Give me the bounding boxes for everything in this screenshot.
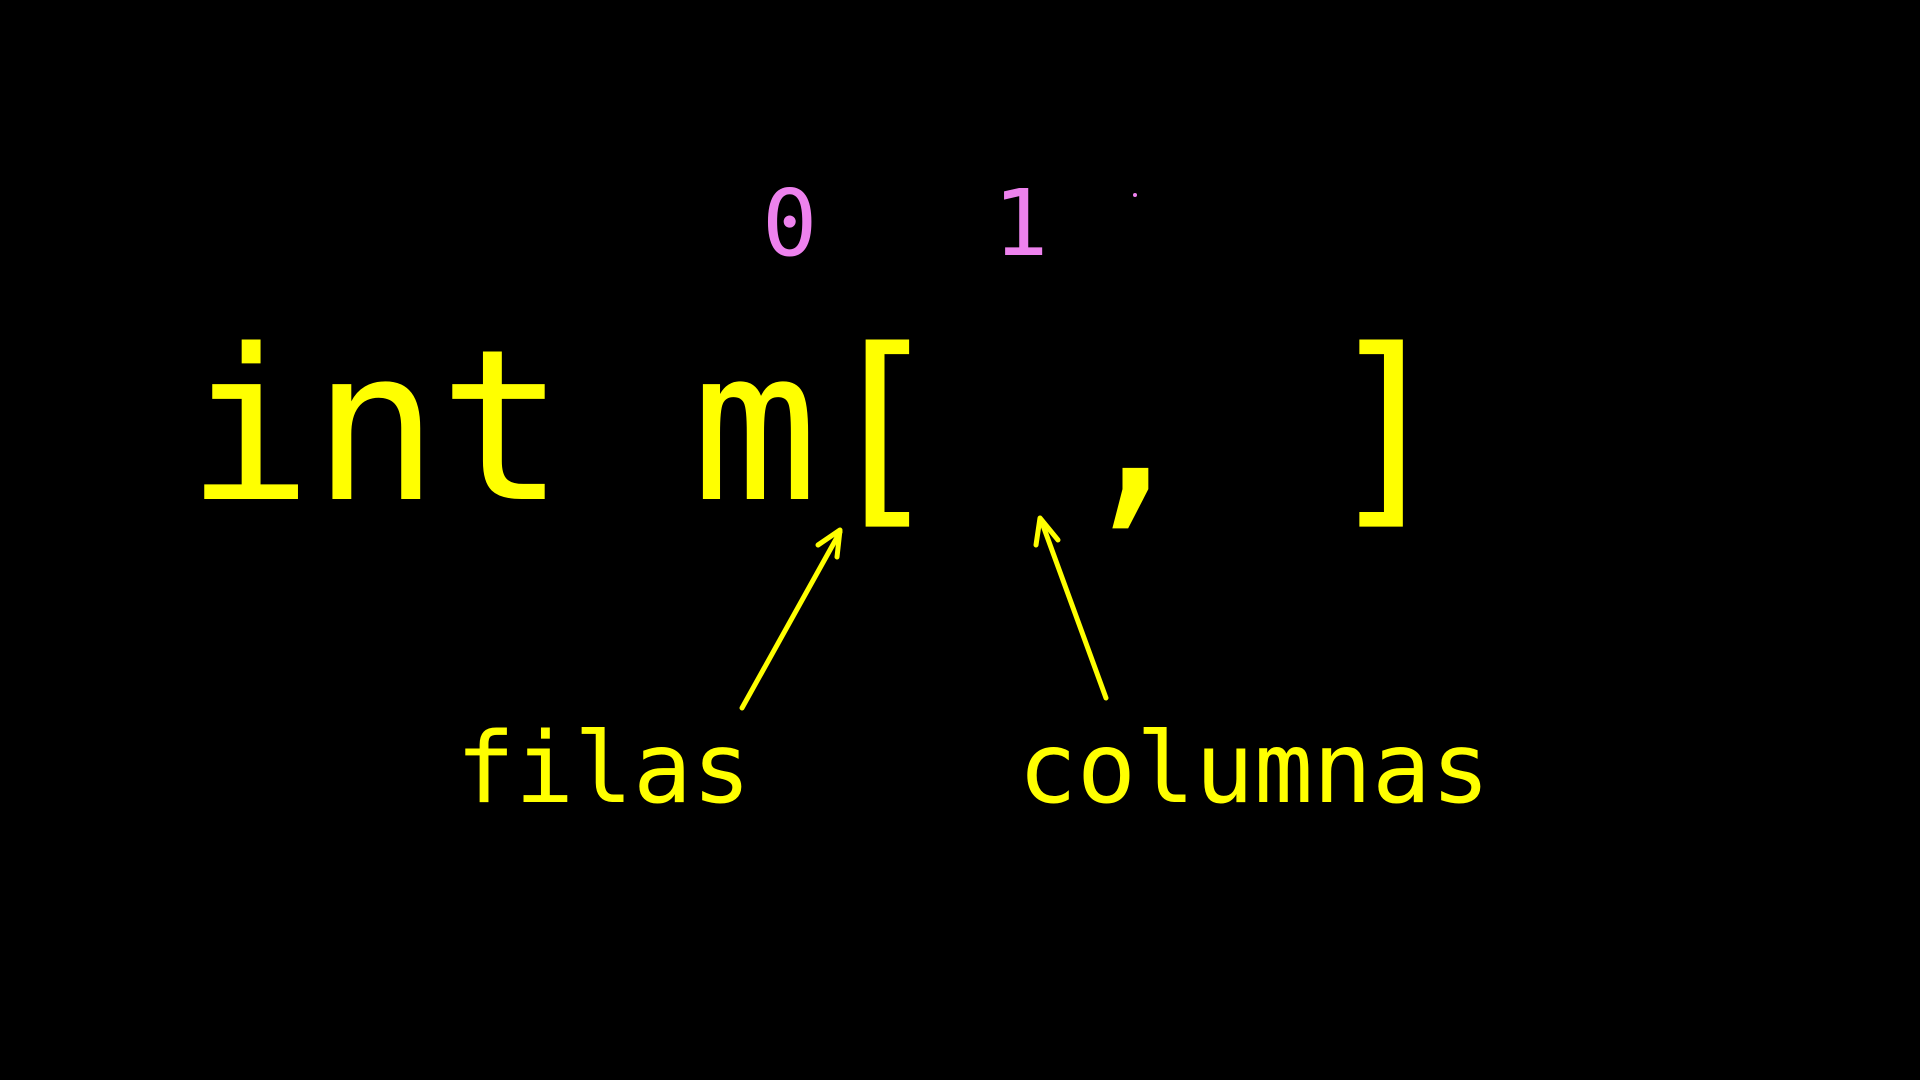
diagram-canvas: 0 1 int m[ , ] filas columnas [0, 0, 1920, 1080]
columns-label: columnas [1018, 712, 1491, 826]
rows-label: filas [456, 712, 752, 826]
arrows-layer [739, 515, 1109, 711]
arrow-filas [739, 527, 843, 711]
arrow-columnas [1033, 515, 1109, 701]
